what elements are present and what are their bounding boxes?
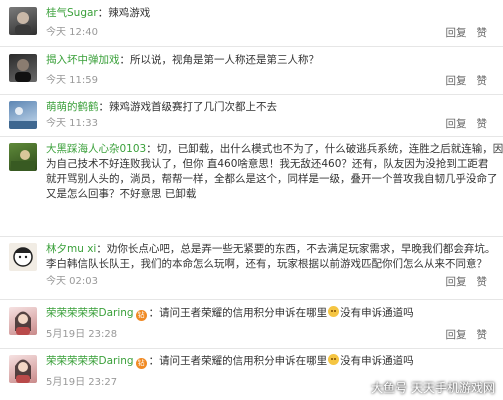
comment-time: 今天 02:03 <box>46 276 98 287</box>
comment-username[interactable]: 桂气Sugar <box>46 7 98 19</box>
comment-line: 切，已卸载，出什么模式也不为了，什么破逃兵系统，连胜之后就连输，因 <box>156 143 503 155</box>
comment-list: 桂气Sugar：辣鸡游戏 今天 12:40 回复 赞 揭入坏中弹加戏：所以说，视… <box>0 0 503 400</box>
avatar[interactable] <box>9 54 37 82</box>
comment-time: 今天 11:33 <box>46 118 98 129</box>
comment-content: 辣鸡游戏首级赛打了几门次都上不去 <box>109 101 277 113</box>
comment-text: 荣荣荣荣荣Daring 钻：请问王者荣耀的信用积分申诉在哪里 没有申诉通道吗 <box>46 354 414 369</box>
like-button[interactable]: 赞 <box>477 275 488 289</box>
avatar[interactable] <box>9 355 37 383</box>
like-button[interactable]: 赞 <box>477 26 488 40</box>
comment-item: 大黑踩海人心杂0103：切，已卸载，出什么模式也不为了，什么破逃兵系统，连胜之后… <box>0 137 503 237</box>
comment-item: 林夕mu xi：劝你长点心吧，总是弄一些无紧要的东西，不去满足玩家需求，早晚我们… <box>0 237 503 300</box>
comment-text: 桂气Sugar：辣鸡游戏 <box>46 7 151 19</box>
comment-line: 就开骂别人头的，淌员，帮帮一样，全都么是这个，同样是一级，叠开一个普攻我自韧几乎… <box>46 173 498 185</box>
comment-content: 请问王者荣耀的信用积分申诉在哪里 <box>159 307 328 319</box>
comment-username[interactable]: 林夕mu xi <box>46 243 96 255</box>
comment-content: 所以说，视角是第一人称还是第三人称？ <box>130 54 319 66</box>
like-button[interactable]: 赞 <box>477 328 488 342</box>
comment-line: 李白韩信队长队王，我们的本命怎么玩啊，还有，玩家根据以前游戏匹配你们怎么从来不同… <box>46 258 487 270</box>
comment-line: 为自己技术不好连败我认了，但你 直460啥意思！我无敌还460？还有，队友因为没… <box>46 158 489 170</box>
reply-button[interactable]: 回复 <box>446 26 467 40</box>
avatar[interactable] <box>9 143 37 171</box>
comment-content-2: 没有申诉通道吗 <box>340 307 414 319</box>
comment-username[interactable]: 萌萌的鹤鹤 <box>46 101 99 113</box>
comment-item: 桂气Sugar：辣鸡游戏 今天 12:40 回复 赞 <box>0 0 503 47</box>
comment-username[interactable]: 大黑踩海人心杂0103 <box>46 143 146 155</box>
comment-content-2: 没有申诉通道吗 <box>340 355 414 367</box>
vip-badge-icon: 钻 <box>135 310 147 321</box>
avatar-cartoon-icon <box>13 247 33 267</box>
comment-time: 5月19日 23:28 <box>46 329 118 340</box>
comment-item: 萌萌的鹤鹤：辣鸡游戏首级赛打了几门次都上不去 今天 11:33 回复 赞 <box>0 95 503 137</box>
comment-line: 又是怎么回事？不好意思 已卸载 <box>46 188 197 200</box>
avatar-scene-icon <box>11 150 35 171</box>
avatar[interactable] <box>9 243 37 271</box>
comment-item: 揭入坏中弹加戏：所以说，视角是第一人称还是第三人称？ 今天 11:59 回复 赞 <box>0 47 503 95</box>
reply-button[interactable]: 回复 <box>446 275 467 289</box>
comment-text: 萌萌的鹤鹤：辣鸡游戏首级赛打了几门次都上不去 <box>46 101 277 113</box>
comment-line: 劝你长点心吧，总是弄一些无紧要的东西，不去满足玩家需求，早晚我们都会弃坑。 <box>106 243 496 255</box>
like-button[interactable]: 赞 <box>477 74 488 88</box>
reply-button[interactable]: 回复 <box>446 117 467 131</box>
comment-text: 大黑踩海人心杂0103：切，已卸载，出什么模式也不为了，什么破逃兵系统，连胜之后… <box>46 143 503 155</box>
avatar-portrait-icon <box>15 12 31 35</box>
comment-username[interactable]: 揭入坏中弹加戏 <box>46 54 120 66</box>
avatar[interactable] <box>9 307 37 335</box>
avatar-portrait-icon <box>15 311 31 335</box>
avatar-portrait-icon <box>15 59 31 82</box>
comment-item: 荣荣荣荣荣Daring 钻：请问王者荣耀的信用积分申诉在哪里 没有申诉通道吗 5月1… <box>0 300 503 349</box>
reply-button[interactable]: 回复 <box>446 74 467 88</box>
avatar[interactable] <box>9 7 37 35</box>
comment-username[interactable]: 荣荣荣荣荣Daring <box>46 355 134 367</box>
avatar[interactable] <box>9 101 37 129</box>
reply-button[interactable]: 回复 <box>446 328 467 342</box>
watermark: 大鱼号 天天手机游戏网 <box>371 381 495 395</box>
vip-badge-icon: 钻 <box>135 358 147 369</box>
avatar-portrait-icon <box>15 359 31 383</box>
like-button[interactable]: 赞 <box>477 117 488 131</box>
avatar-scene-icon <box>9 107 37 129</box>
comment-time: 5月19日 23:27 <box>46 377 118 388</box>
smile-emoji-icon <box>328 354 340 365</box>
smile-emoji-icon <box>328 306 340 317</box>
comment-text: 林夕mu xi：劝你长点心吧，总是弄一些无紧要的东西，不去满足玩家需求，早晚我们… <box>46 243 496 255</box>
comment-username[interactable]: 荣荣荣荣荣Daring <box>46 307 134 319</box>
comment-content: 辣鸡游戏 <box>108 7 151 19</box>
comment-text: 揭入坏中弹加戏：所以说，视角是第一人称还是第三人称？ <box>46 54 319 66</box>
comment-text: 荣荣荣荣荣Daring 钻：请问王者荣耀的信用积分申诉在哪里 没有申诉通道吗 <box>46 306 414 321</box>
comment-content: 请问王者荣耀的信用积分申诉在哪里 <box>159 355 328 367</box>
comment-time: 今天 12:40 <box>46 27 98 38</box>
comment-time: 今天 11:59 <box>46 75 98 86</box>
